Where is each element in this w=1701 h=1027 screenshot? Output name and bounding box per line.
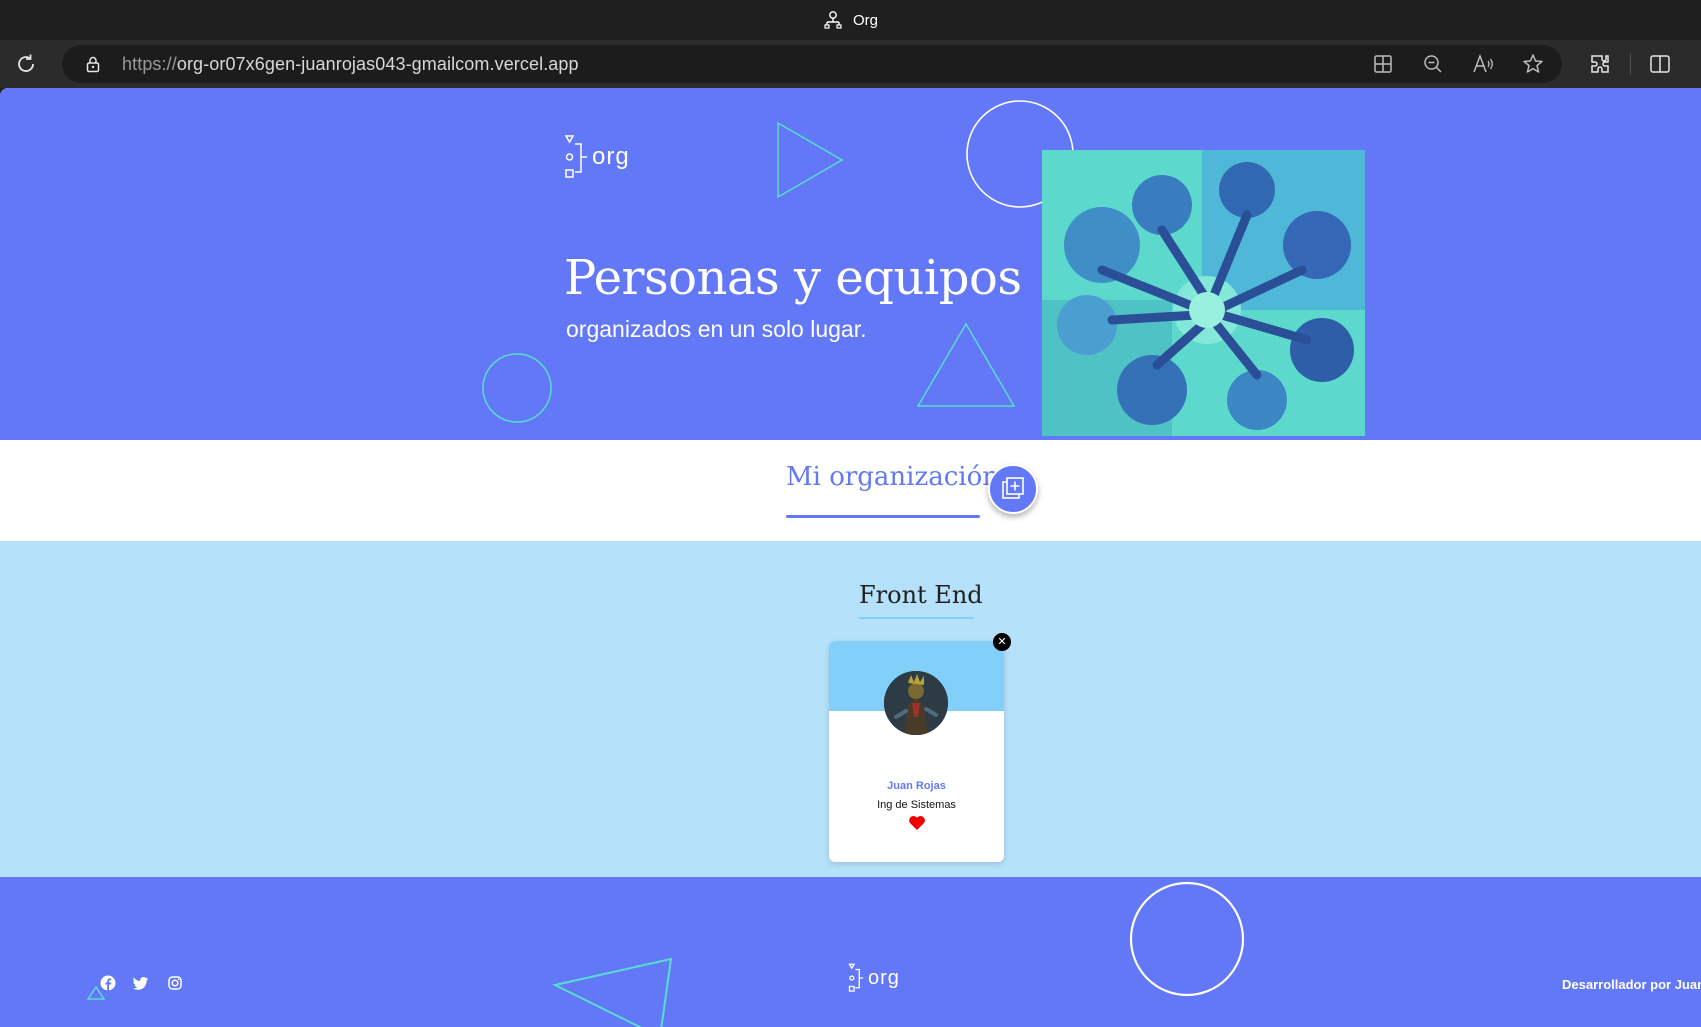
facebook-icon[interactable] (100, 975, 116, 991)
reload-icon[interactable] (14, 52, 38, 76)
org-chart-icon (824, 11, 842, 29)
zoom-out-icon[interactable] (1421, 52, 1445, 76)
org-logo-icon (564, 135, 587, 178)
org-logo-icon (848, 963, 864, 992)
browser-title-bar: Org (0, 0, 1701, 40)
split-screen-icon[interactable] (1648, 52, 1672, 76)
team-hands-photo (1042, 150, 1365, 436)
twitter-icon[interactable] (133, 975, 149, 991)
tab-title: Org (852, 11, 878, 29)
favorite-heart-icon[interactable] (908, 815, 926, 831)
add-square-icon (1002, 477, 1024, 499)
app-available-icon[interactable] (1371, 52, 1395, 76)
add-collaborator-button[interactable] (988, 464, 1038, 514)
organization-section: Mi organización (0, 440, 1701, 541)
address-bar[interactable]: https://org-or07x6gen-juanrojas043-gmail… (62, 45, 1562, 83)
hero-logo-text: org (592, 143, 630, 170)
url-text[interactable]: https://org-or07x6gen-juanrojas043-gmail… (122, 54, 579, 75)
developer-credit: Desarrollador por Juan (1562, 977, 1701, 992)
organization-title-underline (786, 515, 980, 518)
footer-decorative-shapes (86, 881, 1245, 1027)
read-aloud-icon[interactable] (1471, 52, 1495, 76)
instagram-icon[interactable] (167, 975, 183, 991)
collaborator-card: ✕ Juan Rojas Ing de Sistemas (829, 633, 1011, 862)
collaborator-role: Ing de Sistemas (877, 799, 956, 811)
delete-collaborator-button[interactable]: ✕ (993, 633, 1011, 651)
hero-title: Personas y equipos (564, 250, 1022, 306)
team-title: Front End (859, 581, 983, 609)
page-content: org Personas y equipos organizados en un… (0, 88, 1701, 1027)
toolbar-divider (1630, 54, 1631, 74)
team-section-front-end: Front End ✕ Juan Rojas Ing de Sistemas (0, 541, 1701, 877)
extensions-icon[interactable] (1588, 52, 1612, 76)
hero-banner: org Personas y equipos organizados en un… (0, 88, 1701, 440)
hero-subtitle: organizados en un solo lugar. (566, 316, 867, 342)
footer-logo: org (848, 963, 900, 993)
avatar (884, 671, 948, 735)
hero-logo: org (564, 134, 630, 180)
footer: org Desarrollador por Juan (0, 877, 1701, 1027)
organization-title: Mi organización (786, 462, 999, 492)
browser-toolbar: https://org-or07x6gen-juanrojas043-gmail… (0, 40, 1701, 88)
favorite-star-icon[interactable] (1521, 52, 1545, 76)
lock-icon[interactable] (84, 55, 102, 73)
team-title-underline (859, 617, 974, 619)
footer-logo-text: org (868, 966, 900, 989)
collaborator-name: Juan Rojas (887, 780, 946, 792)
